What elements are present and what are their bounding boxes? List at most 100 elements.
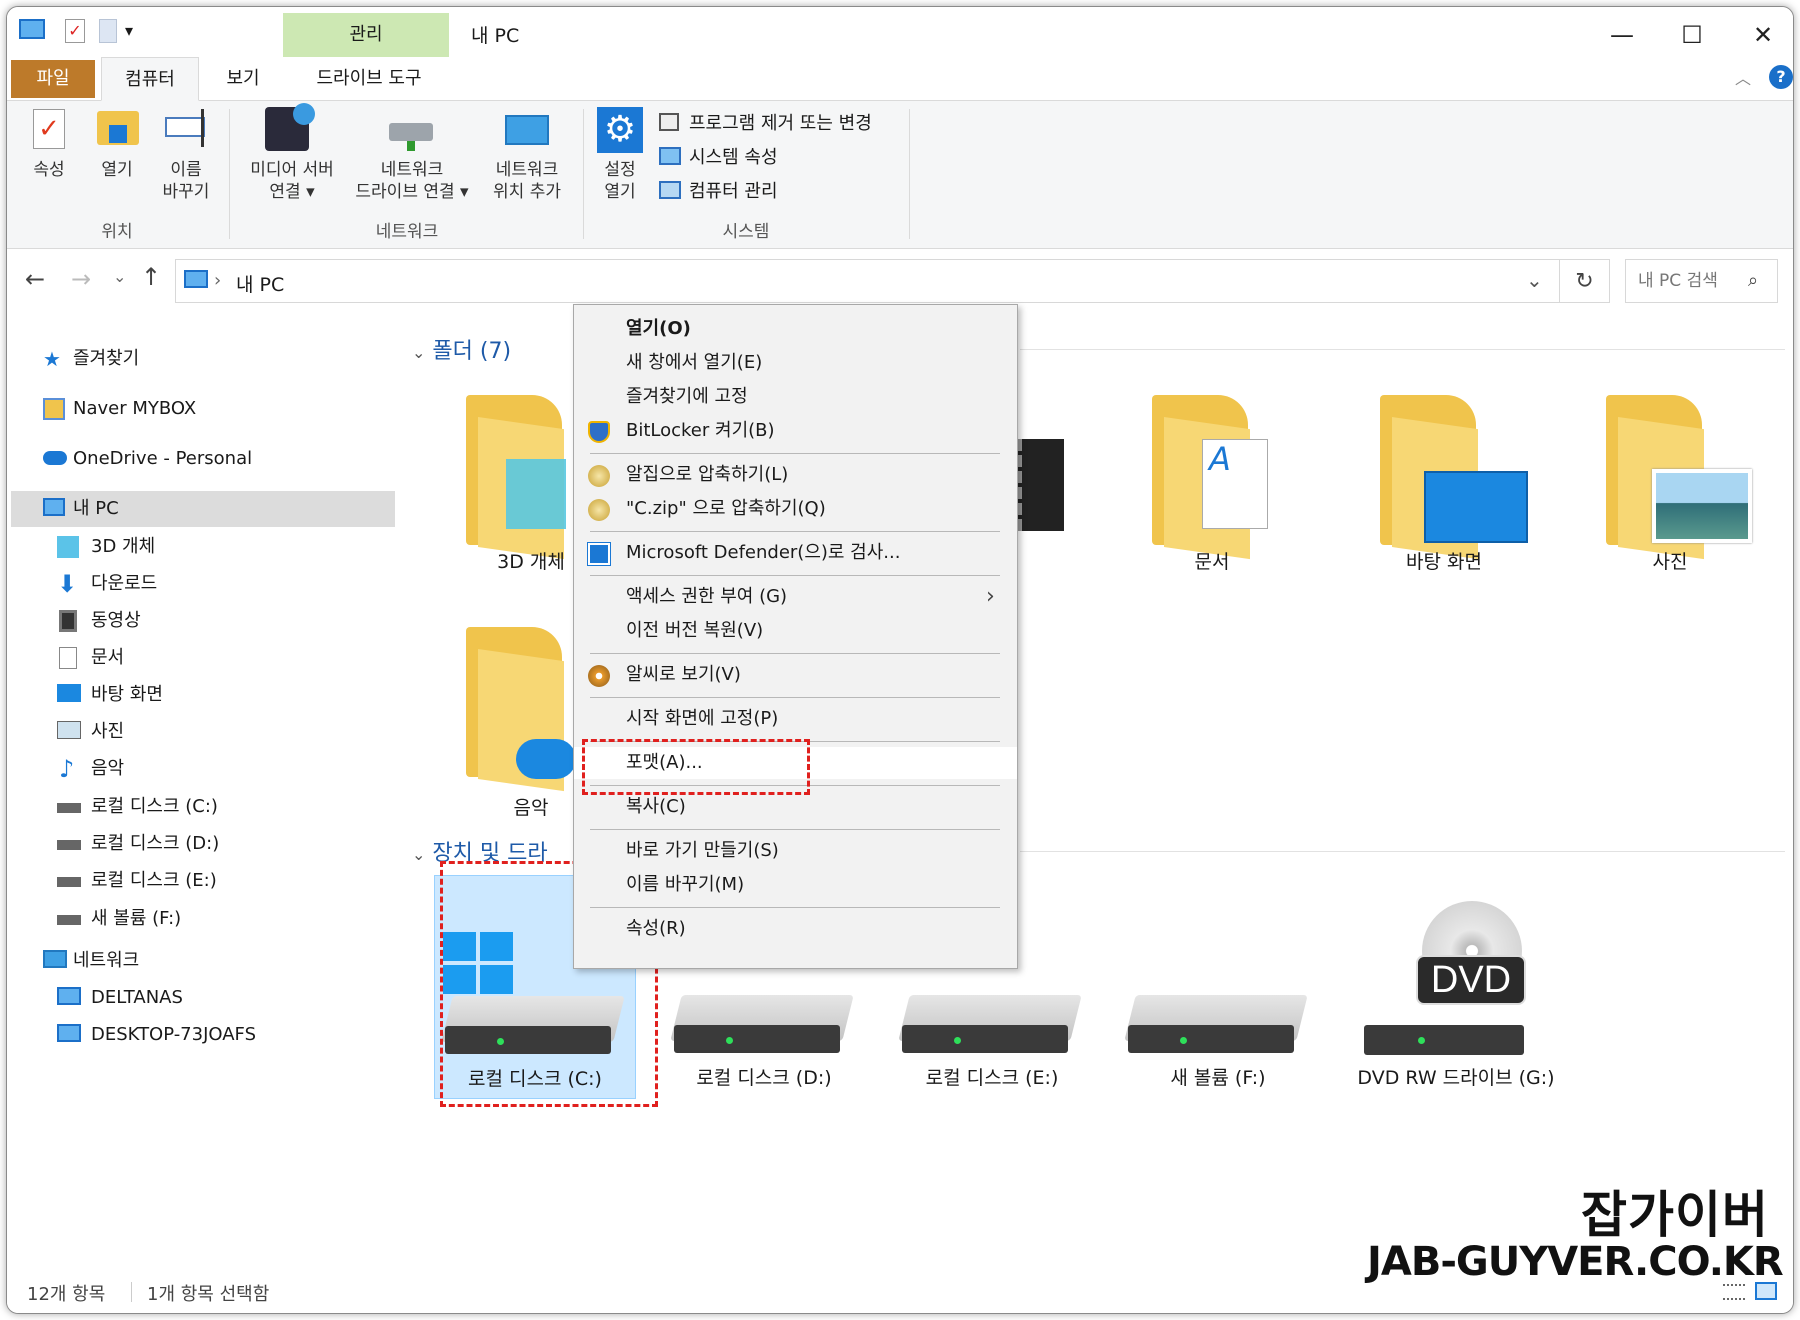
menu-open[interactable]: 열기(O) (574, 313, 1017, 345)
title-bar: ✓ ▾ 관리 내 PC — ☐ ✕ (7, 7, 1793, 61)
up-arrow-icon[interactable]: ↑ (141, 263, 161, 291)
computer-icon (57, 987, 81, 1005)
menu-alzip-c[interactable]: "C.zip" 으로 압축하기(Q) (574, 493, 1017, 525)
back-arrow-icon[interactable]: ← (25, 265, 45, 293)
nav-videos[interactable]: 동영상 (57, 603, 141, 639)
qat-properties-icon[interactable]: ✓ (65, 19, 85, 43)
nav-documents[interactable]: 문서 (57, 640, 124, 676)
menu-separator (590, 653, 1000, 654)
uninstall-icon (659, 113, 679, 131)
folder-desktop[interactable]: 바탕 화면 (1380, 395, 1530, 585)
section-divider (1020, 851, 1785, 852)
qat-dropdown-icon[interactable]: ▾ (125, 21, 133, 40)
menu-properties[interactable]: 속성(R) (574, 913, 1017, 945)
menu-give-access[interactable]: 액세스 권한 부여 (G) › (574, 581, 1017, 613)
menu-separator (590, 453, 1000, 454)
submenu-arrow-icon: › (986, 584, 995, 609)
nav-disk-e[interactable]: 로컬 디스크 (E:) (57, 863, 217, 899)
close-button[interactable]: ✕ (1734, 15, 1792, 55)
nav-desktop[interactable]: 바탕 화면 (57, 677, 163, 713)
tab-file[interactable]: 파일 (11, 60, 95, 98)
maximize-button[interactable]: ☐ (1663, 15, 1721, 55)
computer-management-icon (659, 181, 681, 199)
minimize-button[interactable]: — (1593, 15, 1651, 55)
nav-volume-f[interactable]: 새 볼륨 (F:) (57, 901, 181, 937)
folder-pictures[interactable]: 사진 (1606, 395, 1756, 585)
computer-management-button[interactable]: 컴퓨터 관리 (655, 175, 915, 205)
nav-network[interactable]: 네트워크 (43, 943, 139, 979)
tab-computer[interactable]: 컴퓨터 (101, 57, 199, 101)
ribbon-collapse-icon[interactable]: ︿ (1735, 65, 1751, 89)
nav-disk-c[interactable]: 로컬 디스크 (C:) (57, 789, 218, 825)
address-dropdown-icon[interactable]: ⌄ (1526, 268, 1543, 292)
menu-alsee[interactable]: 알씨로 보기(V) (574, 659, 1017, 691)
computer-icon[interactable] (19, 19, 45, 39)
film-icon (59, 610, 77, 632)
breadcrumb-this-pc[interactable]: 내 PC (236, 270, 284, 297)
nav-pictures[interactable]: 사진 (57, 714, 124, 750)
qat-new-folder-icon[interactable] (99, 19, 117, 43)
folder-music[interactable]: 음악 (466, 627, 586, 819)
tab-manage[interactable]: 관리 (283, 13, 449, 57)
group-label-location: 위치 (101, 222, 133, 242)
recent-locations-chevron-icon[interactable]: ⌄ (113, 267, 126, 286)
rename-button[interactable]: 이름 바꾸기 (151, 101, 221, 211)
drive-f[interactable]: 새 볼륨 (F:) (1118, 875, 1320, 1099)
help-icon[interactable]: ? (1769, 65, 1793, 89)
menu-pin-quick-access[interactable]: 즐겨찾기에 고정 (574, 381, 1017, 413)
drive-g-dvd[interactable]: DVD DVD RW 드라이브 (G:) (1336, 875, 1576, 1099)
uninstall-program-button[interactable]: 프로그램 제거 또는 변경 (655, 107, 915, 137)
system-properties-button[interactable]: 시스템 속성 (655, 141, 915, 171)
group-separator (909, 109, 910, 239)
nav-downloads[interactable]: ⬇ 다운로드 (57, 566, 157, 602)
network-location-icon (505, 115, 549, 145)
drive-icon (57, 915, 81, 925)
nav-disk-d[interactable]: 로컬 디스크 (D:) (57, 826, 219, 862)
menu-alzip[interactable]: 알집으로 압축하기(L) (574, 459, 1017, 491)
menu-bitlocker[interactable]: BitLocker 켜기(B) (574, 415, 1017, 447)
menu-copy[interactable]: 복사(C) (574, 791, 1017, 823)
folder-3d-objects[interactable]: 3D 개체 (466, 395, 586, 585)
details-view-icon[interactable] (1723, 1284, 1745, 1300)
nav-deltanas[interactable]: DELTANAS (57, 980, 183, 1016)
nav-this-pc[interactable]: 내 PC (43, 491, 119, 527)
drive-icon (57, 877, 81, 887)
tab-drive-tools[interactable]: 드라이브 도구 (291, 57, 447, 101)
defender-icon (588, 543, 610, 565)
menu-open-new-window[interactable]: 새 창에서 열기(E) (574, 347, 1017, 379)
this-pc-icon (43, 498, 65, 516)
window-title: 내 PC (471, 25, 520, 47)
forward-arrow-icon[interactable]: → (71, 265, 91, 293)
nav-3d-objects[interactable]: 3D 개체 (57, 529, 155, 565)
ribbon-tabs: 파일 컴퓨터 보기 드라이브 도구 ︿ ? (7, 57, 1793, 101)
folders-section-header[interactable]: ⌄ 폴더 (7) (412, 333, 511, 365)
search-input[interactable]: 내 PC 검색 ⌕ (1625, 259, 1778, 303)
open-button[interactable]: 열기 (87, 101, 147, 211)
document-icon: A (1202, 439, 1268, 529)
add-network-location-button[interactable]: 네트워크 위치 추가 (477, 101, 577, 211)
menu-separator (590, 829, 1000, 830)
nav-music[interactable]: ♪ 음악 (57, 751, 124, 787)
nav-naver-mybox[interactable]: Naver MYBOX (43, 391, 196, 427)
open-settings-button[interactable]: ⚙ 설정 열기 (591, 101, 649, 211)
menu-pin-start[interactable]: 시작 화면에 고정(P) (574, 703, 1017, 735)
menu-restore-previous[interactable]: 이전 버전 복원(V) (574, 615, 1017, 647)
text-cursor-icon (201, 109, 204, 147)
desktop-icon (57, 684, 81, 702)
picture-icon (57, 721, 81, 739)
media-server-button[interactable]: 미디어 서버 연결 ▾ (237, 101, 347, 211)
address-bar[interactable]: › 내 PC ⌄ (175, 259, 1560, 303)
refresh-icon[interactable]: ↻ (1560, 259, 1610, 303)
menu-defender-scan[interactable]: Microsoft Defender(으)로 검사... (574, 537, 1017, 569)
menu-rename[interactable]: 이름 바꾸기(M) (574, 869, 1017, 901)
nav-desktop-pc[interactable]: DESKTOP-73JOAFS (57, 1017, 256, 1053)
menu-create-shortcut[interactable]: 바로 가기 만들기(S) (574, 835, 1017, 867)
chevron-down-icon: ⌄ (412, 845, 426, 864)
nav-quick-access[interactable]: ★ 즐겨찾기 (43, 341, 139, 377)
properties-button[interactable]: ✓ 속성 (19, 101, 79, 211)
map-network-drive-button[interactable]: 네트워크 드라이브 연결 ▾ (347, 101, 477, 211)
folder-documents[interactable]: A 문서 (1152, 395, 1282, 585)
nav-onedrive[interactable]: OneDrive - Personal (43, 441, 252, 477)
shield-icon (588, 421, 610, 443)
tab-view[interactable]: 보기 (203, 57, 283, 101)
